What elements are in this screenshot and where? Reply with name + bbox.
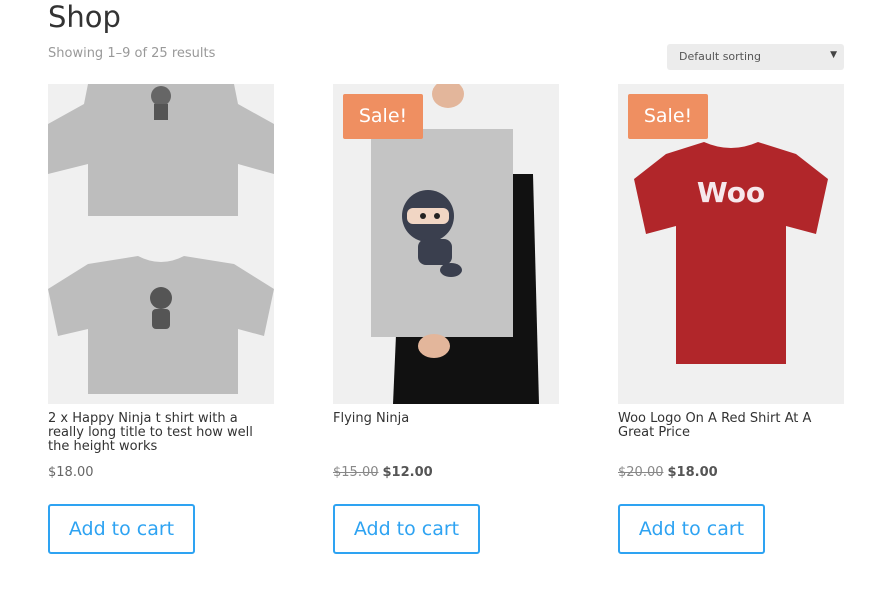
product-title[interactable]: Woo Logo On A Red Shirt At A Great Price <box>618 412 844 454</box>
price-original: $20.00 <box>618 465 664 480</box>
product-title[interactable]: Flying Ninja <box>333 412 559 454</box>
product-card: Woo Sale! Woo Logo On A Red Shirt At A G… <box>618 84 844 554</box>
result-count: Showing 1–9 of 25 results <box>48 46 216 61</box>
price-current: $18.00 <box>48 465 94 480</box>
sorting-select-value: Default sorting <box>679 50 761 63</box>
dropdown-arrow-icon: ▼ <box>830 50 837 60</box>
product-image[interactable]: Woo Sale! <box>618 84 844 404</box>
add-to-cart-button[interactable]: Add to cart <box>618 504 765 554</box>
ninja-tshirts-icon <box>48 84 274 404</box>
product-card: 2 x Happy Ninja t shirt with a really lo… <box>48 84 274 554</box>
add-to-cart-button[interactable]: Add to cart <box>48 504 195 554</box>
sale-badge: Sale! <box>343 94 423 139</box>
price-sale: $12.00 <box>382 465 433 480</box>
product-price: $15.00 $12.00 <box>333 465 433 480</box>
product-card: Sale! Flying Ninja $15.00 $12.00 Add to c… <box>333 84 559 554</box>
page-title: Shop <box>48 0 121 34</box>
sale-badge: Sale! <box>628 94 708 139</box>
price-sale: $18.00 <box>667 465 718 480</box>
product-image[interactable] <box>48 84 274 404</box>
product-price: $18.00 <box>48 465 94 480</box>
sorting-select[interactable]: Default sorting ▼ <box>667 44 844 70</box>
woo-logo-text: Woo <box>697 176 765 209</box>
product-price: $20.00 $18.00 <box>618 465 718 480</box>
add-to-cart-button[interactable]: Add to cart <box>333 504 480 554</box>
product-title[interactable]: 2 x Happy Ninja t shirt with a really lo… <box>48 412 274 454</box>
product-image[interactable]: Sale! <box>333 84 559 404</box>
price-original: $15.00 <box>333 465 379 480</box>
